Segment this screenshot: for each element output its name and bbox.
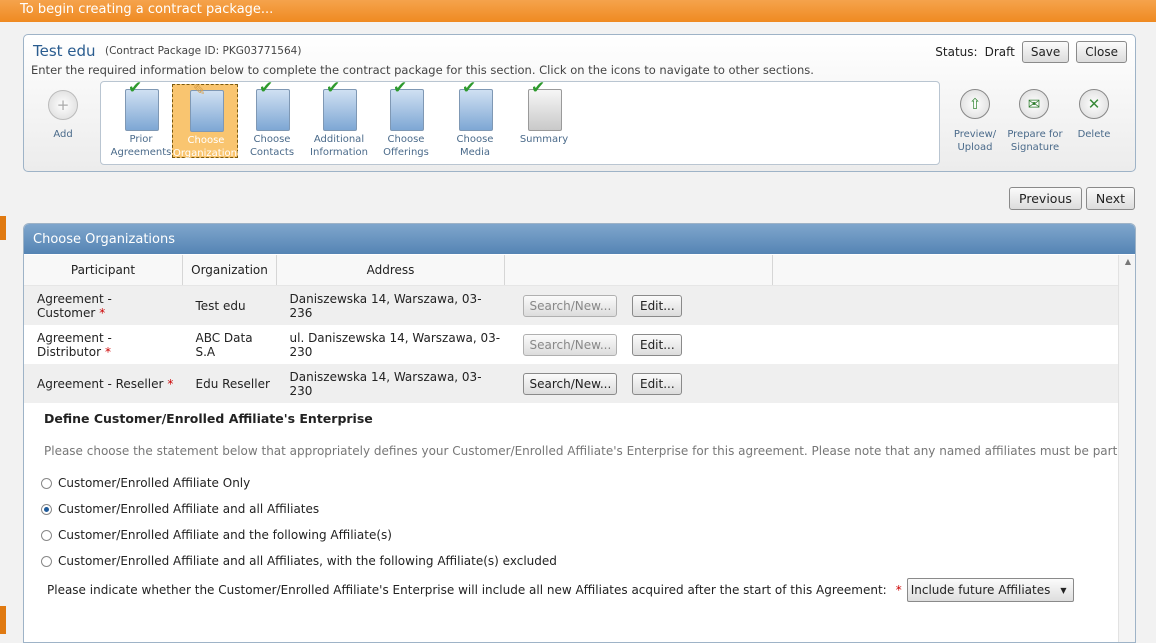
delete-label: Delete: [1077, 129, 1111, 140]
organizations-table: Participant Organization Address Agreeme…: [24, 255, 1118, 403]
step-additional-information[interactable]: ✔ Additional Information: [306, 78, 372, 159]
package-id: (Contract Package ID: PKG03771564): [105, 45, 302, 57]
future-affiliates-question: Please indicate whether the Customer/Enr…: [47, 583, 887, 597]
status-label: Status:: [935, 45, 978, 59]
organization-cell: Test edu: [182, 285, 277, 325]
enterprise-option[interactable]: Customer/Enrolled Affiliate and all Affi…: [41, 502, 319, 516]
left-edge-marker: [0, 606, 6, 634]
enterprise-description: Please choose the statement below that a…: [44, 444, 1119, 458]
previous-button[interactable]: Previous: [1009, 187, 1082, 210]
participant-cell: Agreement - Customer *: [24, 285, 183, 325]
step-choose-organizations[interactable]: ✎ Choose Organizations: [172, 81, 243, 159]
enterprise-title: Define Customer/Enrolled Affiliate's Ent…: [44, 411, 373, 426]
checkmark-icon: ✔: [128, 78, 143, 98]
step-prior-agreements[interactable]: ✔ Prior Agreements: [108, 78, 174, 159]
prepare-signature-label: Prepare for Signature: [1007, 129, 1063, 153]
delete-icon[interactable]: ✕: [1079, 89, 1109, 119]
option-label: Customer/Enrolled Affiliate and the foll…: [58, 528, 392, 542]
preview-upload-label: Preview/ Upload: [953, 129, 997, 153]
save-button[interactable]: Save: [1021, 41, 1070, 63]
section-title: Choose Organizations: [24, 224, 1135, 254]
pencil-icon: ✎: [193, 81, 206, 99]
step-choose-contacts[interactable]: ✔ Choose Contacts: [239, 78, 305, 159]
participant-cell: Agreement - Distributor *: [37, 330, 112, 359]
edit-button[interactable]: Edit...: [632, 333, 683, 356]
package-title: Test edu: [33, 42, 96, 60]
enterprise-option[interactable]: Customer/Enrolled Affiliate and all Affi…: [41, 554, 557, 568]
step-label: Choose Media: [456, 134, 494, 158]
required-marker: *: [895, 583, 902, 597]
search-new-button[interactable]: Search/New...: [522, 333, 617, 356]
scroll-up-arrow-icon[interactable]: ▲: [1125, 257, 1131, 266]
table-row: Agreement - Customer * Test edu Daniszews…: [24, 285, 1118, 325]
choose-organizations-section: Choose Organizations Participant Organiz…: [23, 223, 1136, 643]
step-label: Summary: [519, 134, 569, 145]
step-label: Choose Contacts: [249, 134, 295, 158]
step-choose-offerings[interactable]: ✔ Choose Offerings: [373, 78, 439, 159]
checkmark-icon: ✔: [531, 78, 546, 98]
organization-cell: ABC Data S.A: [195, 330, 253, 359]
add-label: Add: [53, 129, 73, 140]
option-label: Customer/Enrolled Affiliate and all Affi…: [58, 502, 320, 516]
search-new-button[interactable]: Search/New...: [522, 294, 617, 317]
radio-button[interactable]: [41, 555, 52, 567]
radio-button[interactable]: [41, 529, 52, 541]
contract-package-panel: Test edu (Contract Package ID: PKG037715…: [23, 34, 1136, 172]
select-value: Include future Affiliates: [910, 583, 1051, 597]
add-icon[interactable]: +: [48, 90, 78, 120]
status-value: Draft: [984, 45, 1015, 59]
checkmark-icon: ✔: [462, 78, 477, 98]
left-edge-marker: [0, 216, 6, 240]
actions-cell: Search/New... Edit...: [505, 325, 773, 364]
step-choose-media[interactable]: ✔ Choose Media: [440, 78, 510, 159]
column-header-filler: [772, 255, 1118, 286]
actions-cell: Search/New... Edit...: [504, 285, 773, 325]
next-button[interactable]: Next: [1085, 187, 1135, 210]
instructions-text: Enter the required information below to …: [31, 63, 814, 77]
chevron-down-icon: ▼: [1060, 585, 1067, 595]
table-row: Agreement - Distributor * ABC Data S.A ul…: [24, 325, 1118, 364]
option-label: Customer/Enrolled Affiliate Only: [58, 476, 251, 490]
close-button[interactable]: Close: [1076, 41, 1127, 63]
column-header-actions: [504, 255, 773, 286]
checkmark-icon: ✔: [393, 78, 408, 98]
address-cell: ul. Daniszewska 14, Warszawa, 03-230: [289, 330, 501, 359]
column-header: Participant: [24, 255, 183, 286]
banner-text: To begin creating a contract package...: [20, 2, 274, 17]
radio-button[interactable]: [41, 503, 52, 515]
signature-icon[interactable]: ✉: [1019, 89, 1049, 119]
upload-icon[interactable]: ⇧: [960, 89, 990, 119]
step-label: Additional Information: [310, 134, 368, 158]
radio-button[interactable]: [41, 477, 52, 489]
enterprise-definition: Define Customer/Enrolled Affiliate's Ent…: [24, 396, 1119, 642]
search-new-button[interactable]: Search/New...: [522, 372, 617, 395]
vertical-scrollbar[interactable]: [1118, 255, 1135, 642]
column-header: Organization: [182, 255, 277, 286]
table-header-row: Participant Organization Address: [24, 255, 1118, 286]
column-header: Address: [276, 255, 505, 286]
step-label: Choose Organizations: [173, 135, 243, 159]
checkmark-icon: ✔: [259, 78, 274, 98]
top-banner: To begin creating a contract package...: [0, 0, 1156, 22]
future-affiliates-row: Please indicate whether the Customer/Enr…: [47, 578, 1074, 602]
step-summary[interactable]: ✔ Summary: [511, 78, 577, 158]
enterprise-option[interactable]: Customer/Enrolled Affiliate Only: [41, 476, 250, 490]
edit-button[interactable]: Edit...: [632, 372, 683, 395]
enterprise-option[interactable]: Customer/Enrolled Affiliate and the foll…: [41, 528, 392, 542]
status-area: Status: Draft Save Close: [935, 41, 1127, 63]
pager: Previous Next: [1009, 187, 1135, 210]
step-label: Prior Agreements: [110, 134, 172, 158]
option-label: Customer/Enrolled Affiliate and all Affi…: [58, 554, 557, 568]
section-nav: ✔ Prior Agreements ✎ Choose Organization…: [100, 78, 940, 165]
future-affiliates-select[interactable]: Include future Affiliates ▼: [906, 578, 1074, 602]
checkmark-icon: ✔: [326, 78, 341, 98]
address-cell: Daniszewska 14, Warszawa, 03-236: [276, 285, 505, 325]
edit-button[interactable]: Edit...: [632, 294, 683, 317]
step-label: Choose Offerings: [383, 134, 429, 158]
